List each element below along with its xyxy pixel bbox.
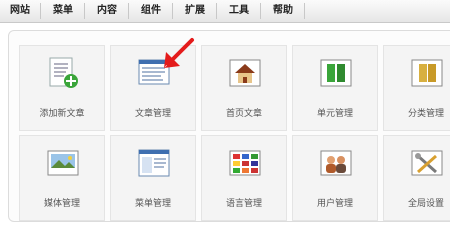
red-arrow-icon bbox=[164, 38, 194, 68]
category-manager-icon bbox=[411, 59, 443, 87]
tile-label: 媒体管理 bbox=[43, 199, 80, 209]
add-article-icon bbox=[49, 57, 78, 88]
menu-divider bbox=[128, 3, 129, 19]
menu-menus[interactable]: 菜单 bbox=[44, 3, 82, 19]
tile-home-article[interactable]: 首页文章 bbox=[201, 45, 287, 131]
media-manager-icon bbox=[47, 150, 79, 176]
tile-language-manager[interactable]: 语言管理 bbox=[201, 135, 287, 221]
menu-tools[interactable]: 工具 bbox=[220, 3, 258, 19]
tile-label: 语言管理 bbox=[225, 199, 262, 209]
menu-components[interactable]: 组件 bbox=[132, 3, 170, 19]
control-panel: 添加新文章 文章管理 首页文章 单元管理 分类管理 媒体管理 菜单管理 语言管理… bbox=[8, 30, 450, 222]
tile-media-manager[interactable]: 媒体管理 bbox=[19, 135, 105, 221]
tile-label: 用户管理 bbox=[316, 199, 353, 209]
tile-label: 菜单管理 bbox=[134, 199, 171, 209]
menu-extensions[interactable]: 扩展 bbox=[176, 3, 214, 19]
tile-label: 全局设置 bbox=[407, 199, 444, 209]
menu-divider bbox=[172, 3, 173, 19]
tile-label: 添加新文章 bbox=[39, 109, 85, 119]
menu-divider bbox=[40, 3, 41, 19]
global-config-icon bbox=[411, 150, 443, 176]
menu-manager-icon bbox=[138, 149, 170, 177]
menu-site[interactable]: 网站 bbox=[2, 3, 38, 19]
tile-label: 单元管理 bbox=[316, 109, 353, 119]
menu-divider bbox=[304, 3, 305, 19]
menu-divider bbox=[260, 3, 261, 19]
section-manager-icon bbox=[320, 59, 352, 87]
tile-category-manager[interactable]: 分类管理 bbox=[383, 45, 450, 131]
top-menu-bar: 网站 菜单 内容 组件 扩展 工具 帮助 bbox=[0, 0, 450, 23]
tile-label: 分类管理 bbox=[407, 109, 444, 119]
tile-user-manager[interactable]: 用户管理 bbox=[292, 135, 378, 221]
tile-label: 首页文章 bbox=[225, 109, 262, 119]
tile-global-config[interactable]: 全局设置 bbox=[383, 135, 450, 221]
user-manager-icon bbox=[320, 150, 352, 176]
menu-divider bbox=[216, 3, 217, 19]
menu-divider bbox=[84, 3, 85, 19]
tile-menu-manager[interactable]: 菜单管理 bbox=[110, 135, 196, 221]
menu-help[interactable]: 帮助 bbox=[264, 3, 302, 19]
menu-content[interactable]: 内容 bbox=[88, 3, 126, 19]
tile-label: 文章管理 bbox=[134, 109, 171, 119]
tile-add-article[interactable]: 添加新文章 bbox=[19, 45, 105, 131]
home-article-icon bbox=[229, 59, 261, 87]
tile-section-manager[interactable]: 单元管理 bbox=[292, 45, 378, 131]
language-manager-icon bbox=[229, 150, 261, 176]
